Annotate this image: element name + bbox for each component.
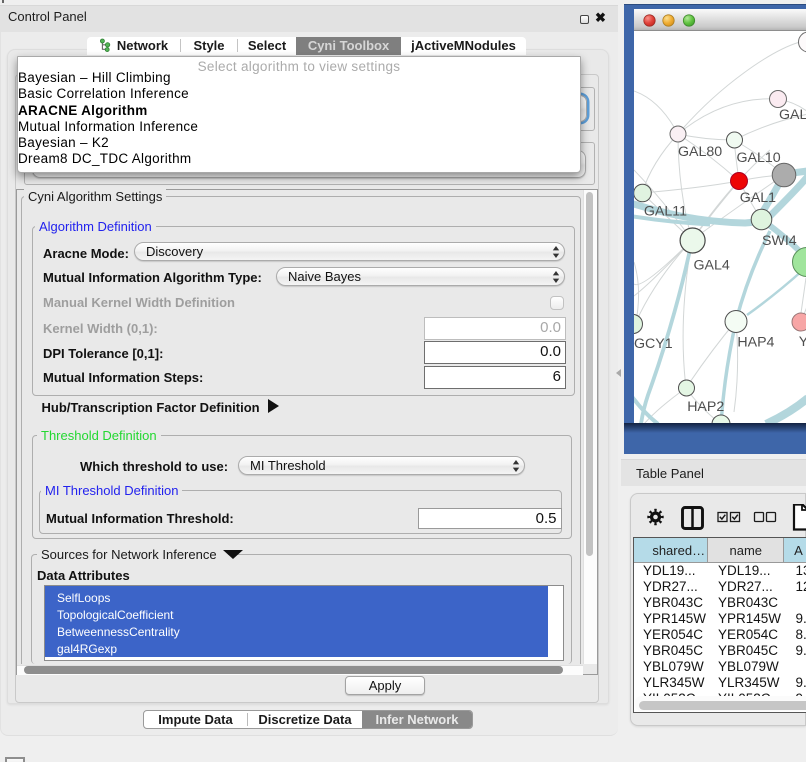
- svg-text:SWI4: SWI4: [762, 233, 797, 249]
- svg-text:GAL80: GAL80: [678, 144, 722, 160]
- svg-text:GAL4: GAL4: [694, 258, 730, 274]
- svg-text:GAL10: GAL10: [737, 150, 781, 166]
- svg-text:GAL11: GAL11: [644, 204, 687, 220]
- svg-text:GAL: GAL: [779, 107, 806, 123]
- svg-text:HAP2: HAP2: [687, 399, 724, 415]
- svg-text:GCY1: GCY1: [634, 336, 673, 352]
- svg-text:HAP4: HAP4: [737, 335, 774, 351]
- svg-text:Y: Y: [799, 334, 806, 350]
- svg-text:GAL1: GAL1: [740, 190, 776, 206]
